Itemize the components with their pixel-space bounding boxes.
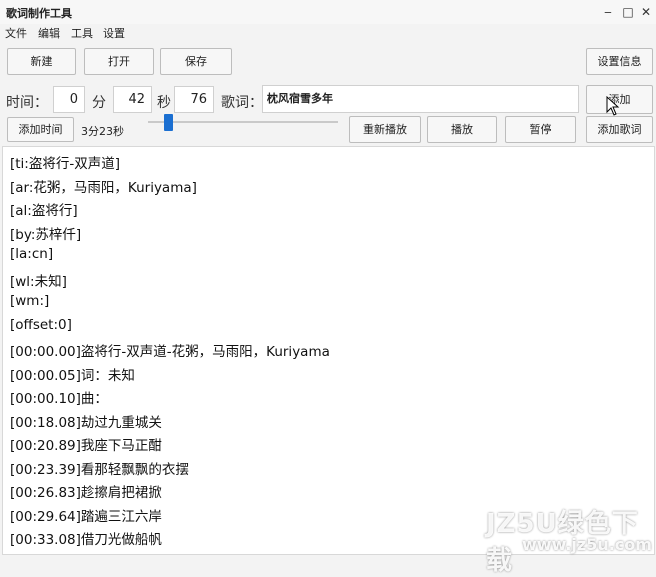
lyric-line: [00:00.05]词：未知 [10,368,135,384]
duration-text: 3分23秒 [81,125,124,138]
lyric-line: [al:盗将行] [10,203,78,219]
lyric-line: [wm:] [10,293,50,309]
lyric-line: [ar:花粥，马雨阳，Kuriyama] [10,180,197,196]
minutes-input[interactable]: 0 [53,86,85,113]
lyric-line: [00:23.39]看那轻飘飘的衣摆 [10,462,189,478]
add-time-button[interactable]: 添加时间 [7,117,74,142]
play-button[interactable]: 播放 [427,116,497,143]
menu-file[interactable]: 文件 [5,25,27,41]
lyric-line: [00:20.89]我座下马正酣 [10,438,162,454]
maximize-icon[interactable]: □ [618,3,638,21]
lyric-line: [00:29.64]踏遍三江六岸 [10,509,162,525]
lyric-line: [la:cn] [10,246,54,262]
lyric-line: [00:26.83]趁擦肩把裙掀 [10,485,162,501]
lyric-line: [ti:盗将行-双声道] [10,156,120,172]
settings-info-button[interactable]: 设置信息 [586,48,653,75]
lyric-line: [offset:0] [10,317,72,333]
window-title: 歌词制作工具 [6,7,72,20]
close-icon[interactable]: ✕ [636,3,656,21]
minimize-icon[interactable]: ‒ [598,3,618,21]
menu-bar: 文件 编辑 工具 设置 [0,24,656,42]
lyric-line: [00:00.10]曲： [10,391,108,407]
watermark-url: www.jz5u.com [522,535,652,554]
seconds-unit-label: 秒 [157,95,171,111]
pause-button[interactable]: 暂停 [505,116,576,143]
progress-slider-thumb[interactable] [164,114,173,131]
menu-tools[interactable]: 工具 [71,25,93,41]
title-bar: 歌词制作工具 ‒ □ ✕ [0,0,656,24]
lyric-line: [00:00.00]盗将行-双声道-花粥，马雨阳，Kuriyama [10,344,330,360]
mouse-pointer-icon [606,96,620,116]
progress-slider-track[interactable] [148,121,338,123]
lyric-line: [00:18.08]劫过九重城关 [10,415,162,431]
save-button[interactable]: 保存 [160,48,232,75]
minutes-unit-label: 分 [92,95,106,111]
add-lyric-button[interactable]: 添加歌词 [586,116,653,143]
menu-settings[interactable]: 设置 [103,25,125,41]
lyrics-textarea[interactable]: [ti:盗将行-双声道] [ar:花粥，马雨阳，Kuriyama] [al:盗将… [2,146,655,555]
lyric-label: 歌词： [221,95,263,111]
seconds-input[interactable]: 42 [113,86,152,113]
centiseconds-input[interactable]: 76 [174,86,214,113]
time-label: 时间： [6,95,48,111]
open-button[interactable]: 打开 [84,48,154,75]
menu-edit[interactable]: 编辑 [38,25,60,41]
lyric-input[interactable]: 枕风宿雪多年 [262,85,579,113]
lyric-line: [00:33.08]借刀光做船帆 [10,532,162,548]
lyric-line: [wl:未知] [10,274,67,290]
lyric-line: [by:苏梓仟] [10,227,82,243]
replay-button[interactable]: 重新播放 [349,116,421,143]
new-button[interactable]: 新建 [7,48,76,75]
